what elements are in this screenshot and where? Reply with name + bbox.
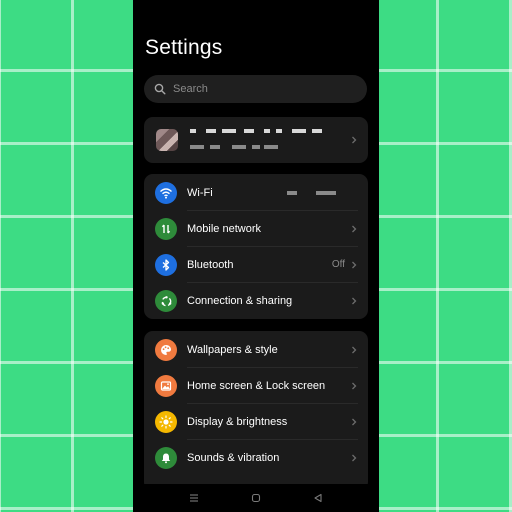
chevron-right-icon (350, 225, 358, 233)
navigation-bar (133, 484, 379, 512)
settings-item-mobile-network[interactable]: Mobile network (144, 211, 368, 247)
chevron-right-icon (350, 418, 358, 426)
palette-icon (155, 339, 177, 361)
bluetooth-icon (155, 254, 177, 276)
account-id-redacted (190, 145, 204, 149)
account-id-redacted (264, 145, 278, 149)
image-icon (155, 375, 177, 397)
chevron-right-icon (350, 297, 358, 305)
chevron-right-icon (350, 454, 358, 462)
settings-item-connection-sharing[interactable]: Connection & sharing (144, 283, 368, 319)
wifi-label: Wi-Fi (187, 187, 213, 199)
connection-sharing-label: Connection & sharing (187, 295, 293, 307)
page-title: Settings (145, 36, 223, 59)
settings-item-wallpapers[interactable]: Wallpapers & style (144, 332, 368, 368)
bluetooth-label: Bluetooth (187, 259, 234, 271)
account-card[interactable] (144, 117, 368, 163)
account-name-redacted (276, 129, 282, 133)
settings-screen: Settings Search Wi-Fi Mobile network Blu… (133, 0, 379, 512)
wifi-network-redacted (287, 191, 297, 195)
connection-sharing-icon (155, 290, 177, 312)
wallpapers-label: Wallpapers & style (187, 344, 278, 356)
account-name-redacted (244, 129, 254, 133)
personalization-group: Wallpapers & style Home screen & Lock sc… (144, 331, 368, 491)
home-icon[interactable] (250, 492, 262, 504)
account-name-redacted (190, 129, 196, 133)
mobile-network-label: Mobile network (187, 223, 261, 235)
home-lock-screen-label: Home screen & Lock screen (187, 380, 326, 392)
back-icon[interactable] (312, 492, 324, 504)
bell-icon (155, 447, 177, 469)
settings-item-sounds-vibration[interactable]: Sounds & vibration (144, 440, 368, 476)
account-name-redacted (312, 129, 322, 133)
settings-item-display-brightness[interactable]: Display & brightness (144, 404, 368, 440)
chevron-right-icon (350, 382, 358, 390)
settings-item-wifi[interactable]: Wi-Fi (144, 175, 368, 211)
display-brightness-label: Display & brightness (187, 416, 288, 428)
chevron-right-icon (350, 136, 358, 144)
account-id-redacted (252, 145, 260, 149)
sounds-vibration-label: Sounds & vibration (187, 452, 280, 464)
account-id-redacted (210, 145, 220, 149)
search-bar[interactable]: Search (144, 75, 367, 103)
search-icon (154, 83, 166, 95)
avatar (156, 129, 178, 151)
settings-item-bluetooth[interactable]: Bluetooth Off (144, 247, 368, 283)
account-name-redacted (264, 129, 270, 133)
chevron-right-icon (350, 346, 358, 354)
wifi-icon (155, 182, 177, 204)
menu-icon[interactable] (188, 492, 200, 504)
search-placeholder: Search (173, 83, 208, 95)
wifi-network-redacted (316, 191, 336, 195)
account-name-redacted (292, 129, 306, 133)
bluetooth-status: Off (331, 259, 345, 270)
chevron-right-icon (350, 261, 358, 269)
mobile-data-icon (155, 218, 177, 240)
settings-item-home-lock-screen[interactable]: Home screen & Lock screen (144, 368, 368, 404)
sun-icon (155, 411, 177, 433)
account-id-redacted (232, 145, 246, 149)
account-name-redacted (206, 129, 216, 133)
account-name-redacted (222, 129, 236, 133)
connectivity-group: Wi-Fi Mobile network Bluetooth Off Conne… (144, 174, 368, 319)
